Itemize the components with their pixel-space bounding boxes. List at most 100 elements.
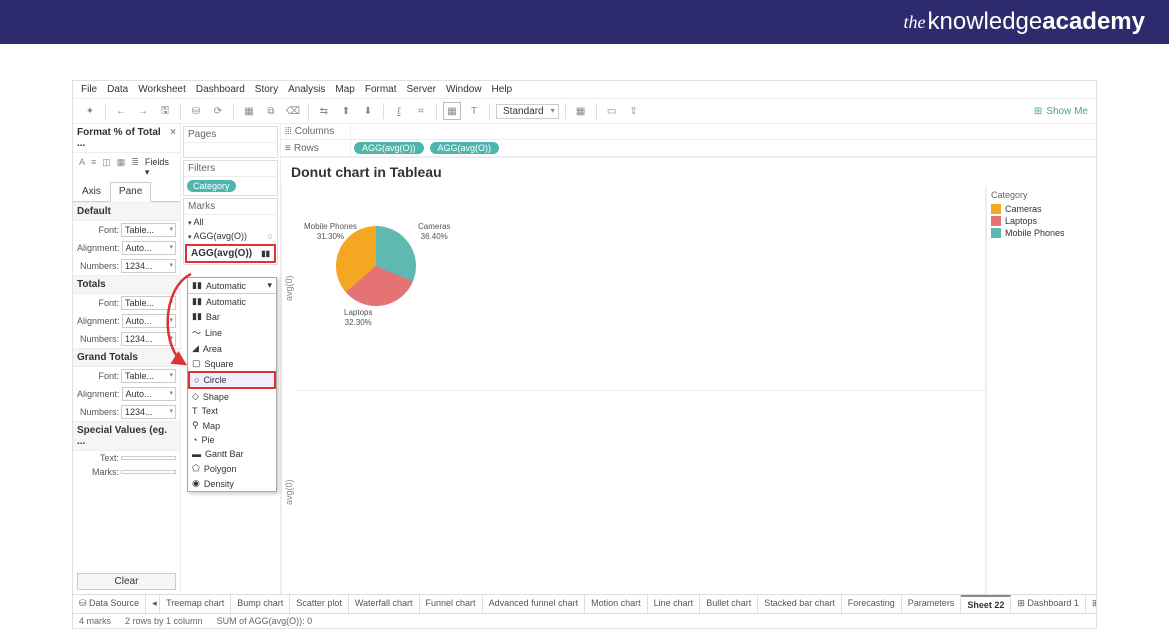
tab-sheet22[interactable]: Sheet 22 (961, 595, 1011, 613)
menu-map[interactable]: Map (335, 84, 354, 95)
border-icon[interactable]: ▦ (117, 157, 126, 178)
labels-icon[interactable]: T (465, 102, 483, 120)
tab-dashbo[interactable]: ⊞ Dashbo... (1086, 595, 1096, 613)
mark-opt-pie[interactable]: ◔Pie (188, 433, 276, 447)
new-worksheet-icon[interactable]: ▦ (240, 102, 258, 120)
tab-treemap[interactable]: Treemap chart (160, 595, 231, 613)
clear-button[interactable]: Clear (77, 573, 176, 590)
menu-window[interactable]: Window (446, 84, 482, 95)
tab-bump[interactable]: Bump chart (231, 595, 290, 613)
mark-opt-shape[interactable]: ◇Shape (188, 389, 276, 404)
tab-funnel[interactable]: Funnel chart (420, 595, 483, 613)
mark-opt-automatic[interactable]: ▮▮Automatic (188, 294, 276, 309)
share-icon[interactable]: ⇪ (625, 102, 643, 120)
save-icon[interactable]: 🖫 (156, 102, 174, 120)
plot-area[interactable]: Mobile Phones 31.30% Cameras 36.40% Lapt… (296, 186, 986, 594)
mark-opt-density[interactable]: ◉Density (188, 476, 276, 491)
sort-desc-icon[interactable]: ⬇ (359, 102, 377, 120)
tab-pane[interactable]: Pane (110, 182, 151, 202)
menu-format[interactable]: Format (365, 84, 397, 95)
mark-opt-square[interactable]: ▢Square (188, 356, 276, 371)
mark-opt-circle[interactable]: ○Circle (188, 371, 276, 389)
grandtotals-numbers-select[interactable]: 1234... (121, 405, 176, 419)
rows-pill-1[interactable]: AGG(avg(O)) (354, 142, 424, 154)
rows-shelf[interactable]: ≡Rows AGG(avg(O)) AGG(avg(O)) (281, 140, 1096, 157)
columns-shelf[interactable]: ⦙⦙⦙Columns (281, 124, 1096, 140)
marks-agg2-highlighted[interactable]: AGG(avg(O)) ▮▮ (185, 244, 276, 263)
group-icon[interactable]: ⌗ (412, 102, 430, 120)
menu-server[interactable]: Server (407, 84, 436, 95)
menu-help[interactable]: Help (492, 84, 513, 95)
mark-opt-map[interactable]: ⚲Map (188, 418, 276, 433)
mark-type-dropdown[interactable]: ▮▮Automatic▾ ▮▮Automatic ▮▮Bar 〜Line ◢Ar… (187, 277, 277, 492)
totals-font-select[interactable]: Table... (121, 296, 176, 310)
tab-axis[interactable]: Axis (73, 182, 110, 201)
mark-opt-polygon[interactable]: ⬠Polygon (188, 461, 276, 476)
mark-opt-bar[interactable]: ▮▮Bar (188, 309, 276, 324)
marks-all[interactable]: All (188, 217, 203, 227)
tab-data-source[interactable]: ⛁ Data Source (73, 595, 146, 613)
forward-icon[interactable]: → (134, 102, 152, 120)
tab-waterfall[interactable]: Waterfall chart (349, 595, 420, 613)
legend-item-mobile[interactable]: Mobile Phones (991, 228, 1092, 238)
default-numbers-select[interactable]: 1234... (121, 259, 176, 273)
clear-icon[interactable]: ⌫ (284, 102, 302, 120)
sort-asc-icon[interactable]: ⬆ (337, 102, 355, 120)
mark-opt-line[interactable]: 〜Line (188, 324, 276, 341)
view-icon[interactable]: ▦ (572, 102, 590, 120)
format-pane: Format % of Total ... × A ≡ ◫ ▦ ≣ Fields… (73, 124, 181, 594)
totals-alignment-select[interactable]: Auto... (122, 314, 176, 328)
close-icon[interactable]: × (170, 127, 176, 149)
default-alignment-select[interactable]: Auto... (122, 241, 176, 255)
lines-icon[interactable]: ≣ (131, 157, 139, 178)
refresh-icon[interactable]: ⟳ (209, 102, 227, 120)
menu-file[interactable]: File (81, 84, 97, 95)
rows-pill-2[interactable]: AGG(avg(O)) (430, 142, 500, 154)
special-text-select[interactable] (121, 456, 176, 460)
tab-scroll-left[interactable]: ◂ (146, 595, 160, 613)
duplicate-icon[interactable]: ⧉ (262, 102, 280, 120)
menu-worksheet[interactable]: Worksheet (138, 84, 186, 95)
align-icon[interactable]: ≡ (91, 157, 96, 178)
show-me-button[interactable]: ⊞ Show Me (1034, 106, 1088, 117)
viz-title[interactable]: Donut chart in Tableau (281, 158, 1096, 186)
totals-numbers-select[interactable]: 1234... (121, 332, 176, 346)
mark-opt-text[interactable]: TText (188, 404, 276, 418)
menu-analysis[interactable]: Analysis (288, 84, 325, 95)
presentation-icon[interactable]: ▭ (603, 102, 621, 120)
legend-item-cameras[interactable]: Cameras (991, 204, 1092, 214)
filter-pill-category[interactable]: Category (187, 180, 236, 192)
back-icon[interactable]: ← (112, 102, 130, 120)
tab-forecasting[interactable]: Forecasting (842, 595, 902, 613)
tab-bullet[interactable]: Bullet chart (700, 595, 758, 613)
swap-icon[interactable]: ⇆ (315, 102, 333, 120)
mark-opt-gantt[interactable]: ▬Gantt Bar (188, 447, 276, 461)
tableau-logo-icon[interactable]: ✦ (81, 102, 99, 120)
totals-icon[interactable]: ▦ (443, 102, 461, 120)
menu-story[interactable]: Story (255, 84, 278, 95)
new-data-icon[interactable]: ⛁ (187, 102, 205, 120)
tab-dashboard1[interactable]: ⊞ Dashboard 1 (1011, 595, 1086, 613)
mark-opt-area[interactable]: ◢Area (188, 341, 276, 356)
tab-advfunnel[interactable]: Advanced funnel chart (483, 595, 586, 613)
highlight-icon[interactable]: ℓ (390, 102, 408, 120)
fields-dropdown[interactable]: Fields ▾ (145, 157, 174, 178)
font-icon[interactable]: A (79, 157, 85, 178)
fit-dropdown[interactable]: Standard (496, 104, 559, 119)
menu-dashboard[interactable]: Dashboard (196, 84, 245, 95)
default-font-select[interactable]: Table... (121, 223, 176, 237)
grandtotals-alignment-select[interactable]: Auto... (122, 387, 176, 401)
special-marks-select[interactable] (121, 470, 176, 474)
shading-icon[interactable]: ◫ (102, 157, 111, 178)
marks-card: Marks All AGG(avg(O))○ AGG(avg(O)) ▮▮ ▮▮… (183, 198, 278, 265)
legend-item-laptops[interactable]: Laptops (991, 216, 1092, 226)
menu-data[interactable]: Data (107, 84, 128, 95)
grandtotals-font-select[interactable]: Table... (121, 369, 176, 383)
tab-line[interactable]: Line chart (648, 595, 701, 613)
tab-parameters[interactable]: Parameters (902, 595, 962, 613)
tab-motion[interactable]: Motion chart (585, 595, 648, 613)
marks-agg1[interactable]: AGG(avg(O)) (188, 231, 247, 241)
tab-stacked[interactable]: Stacked bar chart (758, 595, 842, 613)
mark-opt-automatic-selected[interactable]: ▮▮Automatic▾ (188, 278, 276, 294)
tab-scatter[interactable]: Scatter plot (290, 595, 349, 613)
